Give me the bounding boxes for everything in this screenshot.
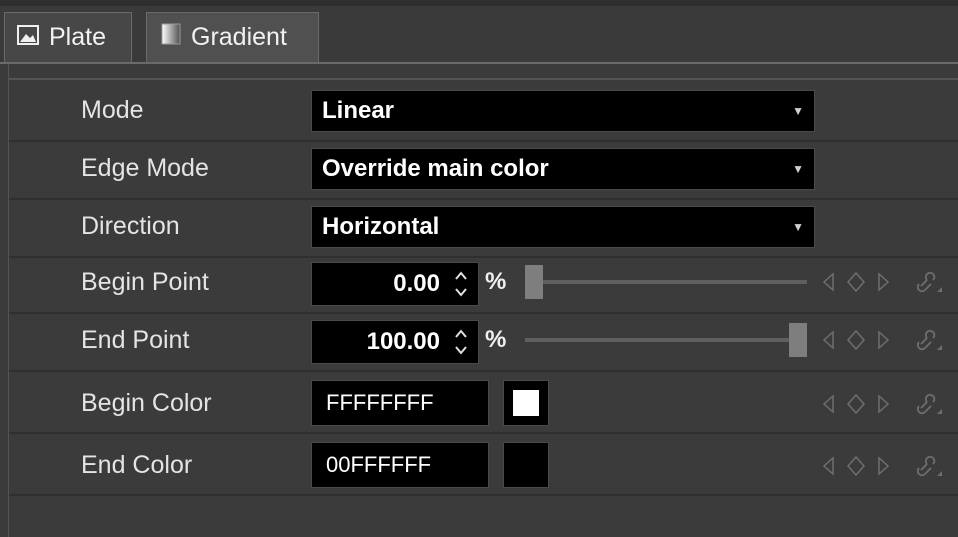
end-color-swatch (513, 452, 539, 478)
mode-dropdown[interactable]: Linear ▼ (311, 90, 815, 132)
tab-gradient[interactable]: Gradient (146, 12, 319, 62)
next-keyframe-icon[interactable] (877, 454, 891, 478)
chevron-down-icon: ▼ (792, 104, 804, 118)
gradient-panel-window: Plate Gradient Mode Linear ▼ Edge Mode O… (0, 0, 958, 537)
end-color-label: End Color (81, 451, 193, 479)
next-keyframe-icon[interactable] (877, 270, 891, 294)
row-mode: Mode Linear ▼ (9, 82, 958, 142)
begin-point-value: 0.00 (393, 270, 440, 297)
chevron-down-icon: ▼ (792, 162, 804, 176)
row-edge-mode: Edge Mode Override main color ▼ (9, 140, 958, 200)
begin-point-slider[interactable] (525, 265, 807, 299)
link-icon[interactable] (917, 392, 943, 416)
begin-color-swatch-button[interactable] (503, 380, 549, 426)
end-point-label: End Point (81, 326, 190, 354)
row-begin-color: Begin Color FFFFFFFF (9, 372, 958, 434)
begin-color-hex-input[interactable]: FFFFFFFF (311, 380, 489, 426)
edge-mode-dropdown[interactable]: Override main color ▼ (311, 148, 815, 190)
end-point-spinbox[interactable]: 100.00 (311, 320, 479, 364)
begin-point-unit: % (485, 268, 507, 295)
prev-keyframe-icon[interactable] (821, 328, 835, 352)
add-keyframe-icon[interactable] (845, 328, 867, 352)
end-point-slider-handle[interactable] (789, 323, 807, 357)
divider (9, 78, 958, 80)
link-icon[interactable] (917, 454, 943, 478)
link-icon[interactable] (917, 270, 943, 294)
end-point-slider[interactable] (525, 323, 807, 357)
tab-gradient-label: Gradient (191, 23, 287, 51)
row-direction: Direction Horizontal ▼ (9, 198, 958, 258)
direction-dropdown[interactable]: Horizontal ▼ (311, 206, 815, 248)
mode-value: Linear (322, 97, 395, 124)
chevron-down-icon: ▼ (792, 220, 804, 234)
end-color-swatch-button[interactable] (503, 442, 549, 488)
spin-arrows-icon[interactable] (454, 268, 468, 300)
prev-keyframe-icon[interactable] (821, 270, 835, 294)
begin-point-spinbox[interactable]: 0.00 (311, 262, 479, 306)
tab-plate-label: Plate (49, 23, 106, 51)
next-keyframe-icon[interactable] (877, 392, 891, 416)
row-end-color: End Color 00FFFFFF (9, 434, 958, 496)
image-icon (17, 23, 39, 52)
begin-point-label: Begin Point (81, 268, 209, 296)
end-point-unit: % (485, 326, 507, 353)
direction-label: Direction (81, 212, 180, 240)
next-keyframe-icon[interactable] (877, 328, 891, 352)
edge-mode-label: Edge Mode (81, 154, 209, 182)
tab-plate[interactable]: Plate (4, 12, 132, 62)
row-begin-point: Begin Point 0.00 % (9, 254, 958, 314)
properties-panel: Mode Linear ▼ Edge Mode Override main co… (8, 64, 958, 537)
add-keyframe-icon[interactable] (845, 270, 867, 294)
begin-color-label: Begin Color (81, 389, 212, 417)
gradient-icon (161, 23, 181, 52)
end-point-value: 100.00 (366, 328, 440, 355)
add-keyframe-icon[interactable] (845, 454, 867, 478)
tab-bar: Plate Gradient (0, 6, 958, 62)
prev-keyframe-icon[interactable] (821, 392, 835, 416)
link-icon[interactable] (917, 328, 943, 352)
end-color-hex-input[interactable]: 00FFFFFF (311, 442, 489, 488)
spin-arrows-icon[interactable] (454, 326, 468, 358)
row-end-point: End Point 100.00 % (9, 312, 958, 372)
edge-mode-value: Override main color (322, 155, 549, 182)
add-keyframe-icon[interactable] (845, 392, 867, 416)
begin-point-slider-handle[interactable] (525, 265, 543, 299)
direction-value: Horizontal (322, 213, 440, 240)
prev-keyframe-icon[interactable] (821, 454, 835, 478)
begin-color-swatch (513, 390, 539, 416)
mode-label: Mode (81, 96, 144, 124)
